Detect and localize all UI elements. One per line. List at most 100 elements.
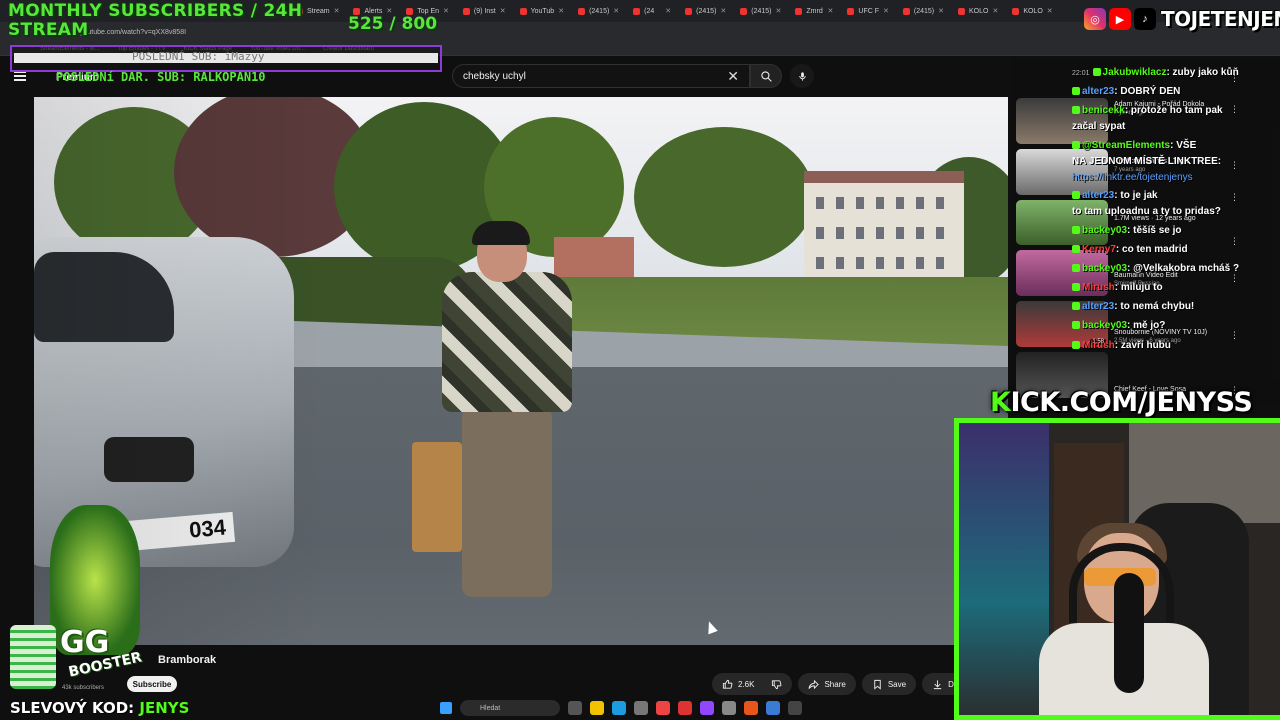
chat-username[interactable]: alter23 [1082,86,1114,97]
tab-close-icon[interactable]: ✕ [500,7,506,15]
chat-text: : to je jak [1114,190,1158,201]
tab-close-icon[interactable]: ✕ [720,7,726,15]
tab-close-icon[interactable]: ✕ [883,7,889,15]
share-label: Share [824,679,846,689]
browser-tab[interactable]: (2415) ✕ [734,2,787,20]
save-button[interactable]: Save [861,673,917,695]
browser-tab[interactable]: (2415) ✕ [897,2,950,20]
thumbs-down-icon[interactable] [771,679,782,690]
clear-icon[interactable]: ✕ [727,68,739,85]
more-options-icon[interactable]: ⋮ [1230,73,1239,84]
search-button[interactable] [750,64,782,88]
obs-icon[interactable] [744,701,758,715]
chat-username[interactable]: alter23 [1082,190,1114,201]
more-options-icon[interactable]: ⋮ [1230,330,1239,341]
taskbar-search[interactable]: Hledat [460,700,560,716]
tab-close-icon[interactable]: ✕ [776,7,782,15]
tab-close-icon[interactable]: ✕ [334,7,340,15]
tab-close-icon[interactable]: ✕ [665,7,671,15]
chat-text: to tam uploadnu a ty to pridas? [1072,206,1221,217]
subscriber-badge-icon [1072,87,1080,96]
kick-url: KICK.COM/JENYSS [990,387,1253,418]
chat-username[interactable]: benicekk [1082,105,1125,116]
more-options-icon[interactable]: ⋮ [1230,236,1239,247]
like-button[interactable]: 2.6K [712,673,793,695]
chat-username[interactable]: backey03 [1082,225,1127,236]
tab-close-icon[interactable]: ✕ [992,7,998,15]
tray-icon[interactable] [788,701,802,715]
save-label: Save [887,679,907,689]
tab-favicon-icon [847,7,855,15]
chat-text: : miluju to [1114,282,1163,293]
chat-username[interactable]: Jakubwiklacz [1103,67,1167,78]
chat-message: @StreamElements: VŠE [1072,140,1196,151]
tab-close-icon[interactable]: ✕ [938,7,944,15]
tab-label: Zmrd [806,7,823,15]
chat-text: : protože ho tam pak [1124,105,1223,116]
promo-label: SLEVOVÝ KOD: [10,699,140,717]
edge-icon[interactable] [612,701,626,715]
video-player[interactable]: 034 [34,97,1008,645]
browser-tab[interactable]: KOLO ✕ [1006,2,1058,20]
chat-message: 22:01 Jakubwiklacz: zuby jako kůň [1072,67,1239,78]
browser-tab[interactable]: YouTub ✕ [514,2,571,20]
browser-tab[interactable]: UFC F ✕ [841,2,894,20]
notes-icon[interactable] [766,701,780,715]
more-options-icon[interactable]: ⋮ [1230,104,1239,115]
browser-tab[interactable]: (2415) ✕ [572,2,625,20]
microphone-icon [798,71,806,81]
more-options-icon[interactable]: ⋮ [1230,160,1239,171]
chrome-icon[interactable] [656,701,670,715]
chat-username[interactable]: @StreamElements [1082,140,1170,151]
tab-favicon-icon [902,7,910,15]
tab-label: YouTub [530,7,555,15]
chat-username[interactable]: backey03 [1082,263,1127,274]
file-explorer-icon[interactable] [590,701,604,715]
menu-icon[interactable] [14,71,26,81]
chat-username[interactable]: alter23 [1082,301,1114,312]
chat-timestamp: 22:01 [1072,70,1090,77]
chrome-icon-2[interactable] [678,701,692,715]
webcam-feed [954,418,1280,720]
tab-close-icon[interactable]: ✕ [613,7,619,15]
chat-username[interactable]: Mirush [1082,282,1115,293]
windows-start-icon[interactable] [440,702,452,714]
chat-message: Mirush: miluju to [1072,282,1163,293]
tab-label: (2415) [589,7,610,15]
search-input[interactable] [463,70,728,82]
browser-tab[interactable]: Zmrd ✕ [789,2,839,20]
browser-tab[interactable]: (9) Inst ✕ [457,2,512,20]
chat-username[interactable]: Mirush [1082,340,1115,351]
chat-text: : zuby jako kůň [1166,67,1239,78]
more-options-icon[interactable]: ⋮ [1230,192,1239,203]
last-sub-text: POSLEDNÍ SUB: iMazyy [132,50,265,63]
tab-favicon-icon [795,7,803,15]
chat-username[interactable]: backey03 [1082,320,1127,331]
browser-tab[interactable]: (24 ✕ [627,2,677,20]
tab-close-icon[interactable]: ✕ [828,7,834,15]
chat-username[interactable]: Kerny7 [1082,244,1116,255]
subscriber-badge-icon [1072,191,1080,200]
chat-text: : to nemá chybu! [1114,301,1195,312]
store-icon[interactable] [634,701,648,715]
chat-message: začal sypat [1072,121,1125,132]
browser-tab[interactable]: (2415) ✕ [679,2,732,20]
subscriber-badge-icon [1072,283,1080,292]
more-options-icon[interactable]: ⋮ [1230,273,1239,284]
twitch-icon[interactable] [700,701,714,715]
promo-code-value: JENYS [139,699,190,717]
app-icon[interactable] [722,701,736,715]
tab-close-icon[interactable]: ✕ [443,7,449,15]
tab-close-icon[interactable]: ✕ [558,7,564,15]
browser-tab[interactable]: KOLO ✕ [952,2,1004,20]
tab-label: (2415) [751,7,772,15]
share-button[interactable]: Share [798,673,856,695]
tab-favicon-icon [519,7,527,15]
task-view-icon[interactable] [568,701,582,715]
channel-name[interactable]: Bramborak [158,654,216,666]
search-box[interactable]: ✕ [452,64,750,88]
tab-close-icon[interactable]: ✕ [1047,7,1053,15]
chat-text[interactable]: https://linktr.ee/tojetenjenys [1072,172,1193,183]
streamer-handle: TOJETENJENYS [1161,7,1280,31]
voice-search-button[interactable] [790,64,814,88]
